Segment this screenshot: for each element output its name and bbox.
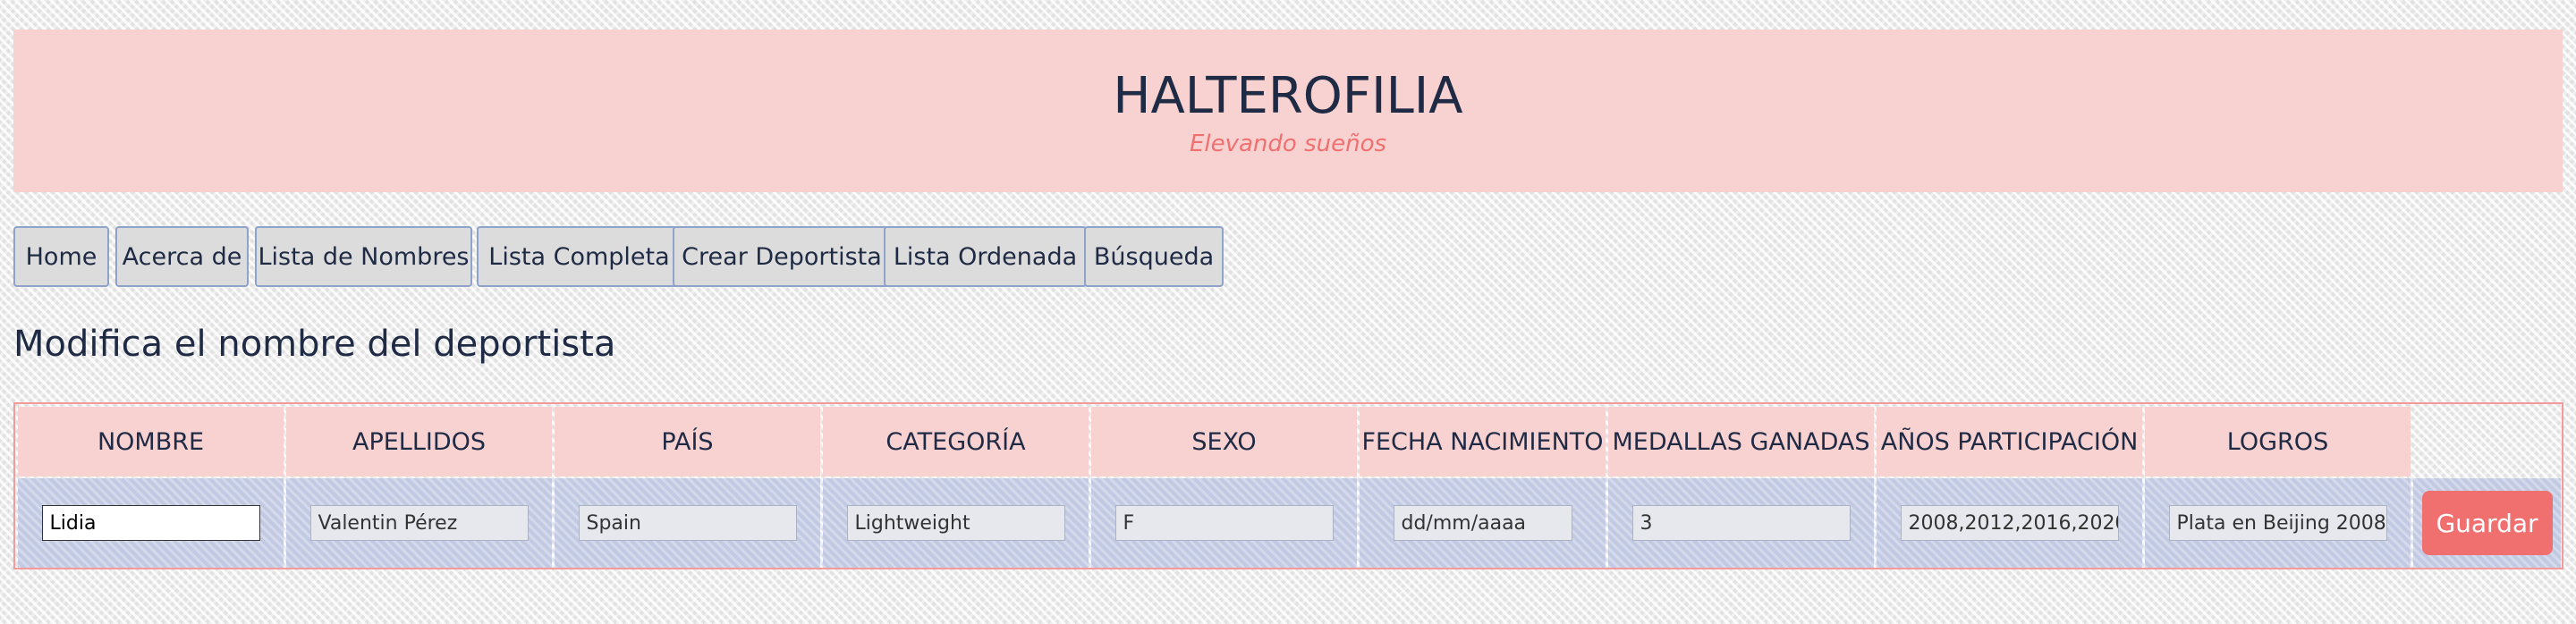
categoria-input[interactable]: Lightweight [846,505,1065,541]
cell-categoria: Lightweight [823,478,1089,568]
column-header-sexo: SEXO [1091,407,1357,476]
nav-home-button[interactable]: Home [13,226,109,287]
nombre-input[interactable]: Lidia [41,505,260,541]
nav-create-athlete-button[interactable]: Crear Deportista [673,226,891,287]
column-header-nombre: NOMBRE [18,407,284,476]
apellidos-input[interactable]: Valentin Pérez [309,505,529,541]
column-header-fecha-nacimiento: FECHA NACIMIENTO [1360,407,1606,476]
column-header-categoria: CATEGORÍA [823,407,1089,476]
fecha-nacimiento-input[interactable]: dd/mm/aaaa [1393,505,1572,541]
cell-logros: Plata en Beijing 2008,Or [2145,478,2411,568]
athlete-table: NOMBRE APELLIDOS PAÍS CATEGORÍA SEXO FEC… [13,402,2563,569]
site-header: HALTEROFILIA Elevando sueños [13,30,2563,192]
column-header-logros: LOGROS [2145,407,2411,476]
cell-medallas: 3 [1608,478,1874,568]
save-button[interactable]: Guardar [2421,491,2553,555]
page-title: Modifica el nombre del deportista [13,324,616,365]
nav-search-button[interactable]: Búsqueda [1084,226,1224,287]
cell-nombre: Lidia [18,478,284,568]
nav-about-button[interactable]: Acerca de [115,226,249,287]
cell-anios: 2008,2012,2016,2020 [1877,478,2142,568]
nav-names-list-button[interactable]: Lista de Nombres [255,226,472,287]
cell-apellidos: Valentin Pérez [286,478,552,568]
cell-fecha-nacimiento: dd/mm/aaaa [1360,478,1606,568]
cell-actions: Guardar [2413,478,2561,568]
nav-sorted-list-button[interactable]: Lista Ordenada [884,226,1087,287]
column-header-anios: AÑOS PARTICIPACIÓN [1877,407,2142,476]
anios-participacion-input[interactable]: 2008,2012,2016,2020 [1900,505,2119,541]
sexo-input[interactable]: F [1114,505,1334,541]
site-subtitle: Elevando sueños [1189,131,1387,157]
medallas-input[interactable]: 3 [1631,505,1851,541]
cell-sexo: F [1091,478,1357,568]
pais-input[interactable]: Spain [578,505,797,541]
column-header-pais: PAÍS [555,407,820,476]
nav-full-list-button[interactable]: Lista Completa [477,226,682,287]
column-header-medallas: MEDALLAS GANADAS [1608,407,1874,476]
logros-input[interactable]: Plata en Beijing 2008,Or [2168,505,2387,541]
cell-pais: Spain [555,478,820,568]
site-title: HALTEROFILIA [1113,67,1463,125]
column-header-apellidos: APELLIDOS [286,407,552,476]
